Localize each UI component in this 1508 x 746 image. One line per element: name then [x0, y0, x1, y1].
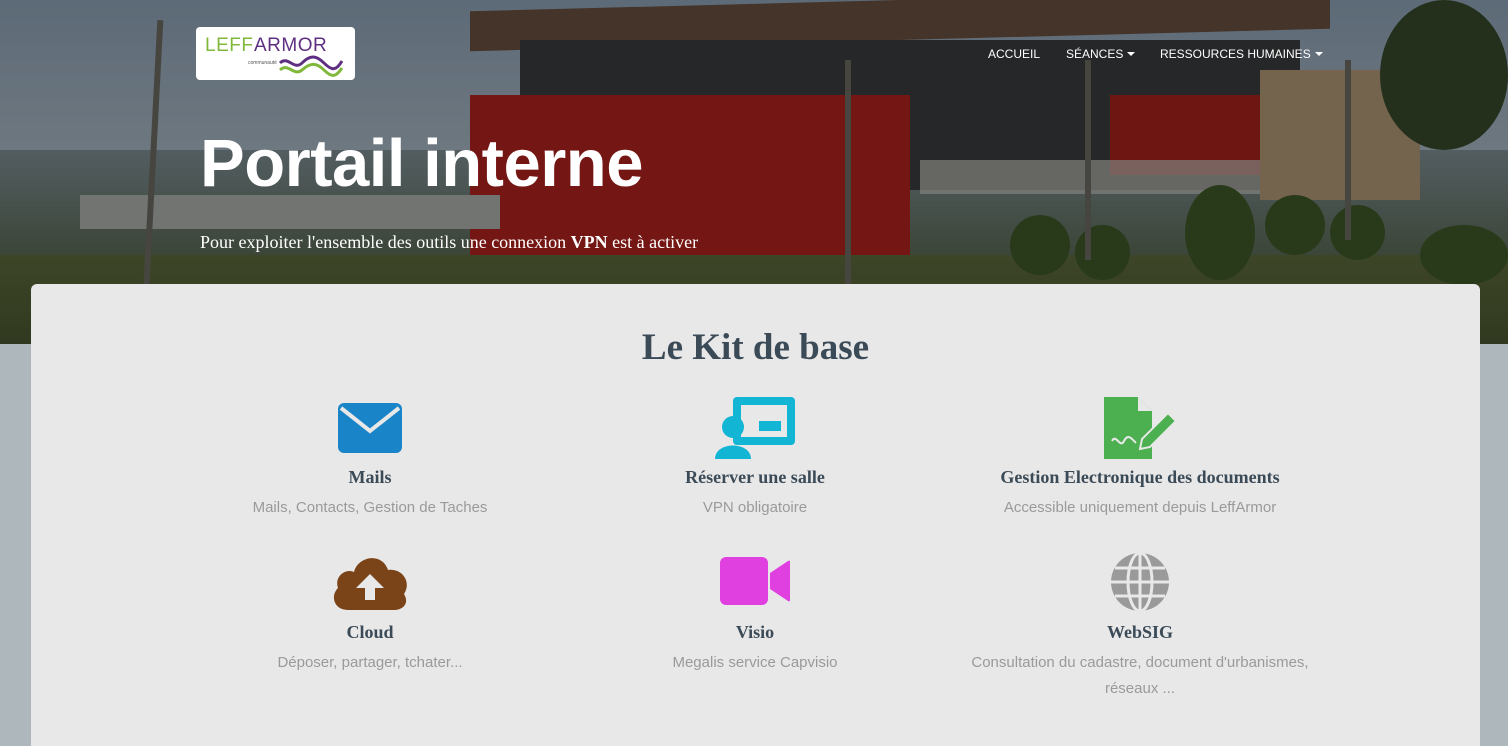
- presentation-icon: [715, 397, 795, 464]
- nav-accueil[interactable]: ACCUEIL: [988, 47, 1040, 61]
- feature-websig[interactable]: WebSIG Consultation du cadastre, documen…: [930, 551, 1350, 702]
- logo-subtitle: communauté: [248, 60, 277, 66]
- feature-desc: Mails, Contacts, Gestion de Taches: [252, 499, 488, 516]
- logo-text-green: LEFF: [205, 35, 254, 56]
- kit-card: Le Kit de base Mails Mails, Contacts, Ge…: [31, 284, 1480, 746]
- feature-cloud[interactable]: Cloud Déposer, partager, tchater...: [160, 552, 580, 682]
- hero-subtitle-text-end: est à activer: [607, 232, 699, 252]
- feature-desc: Megalis service Capvisio: [672, 654, 838, 671]
- globe-icon: [1110, 551, 1170, 617]
- hero-subtitle-vpn: VPN: [570, 232, 608, 252]
- feature-desc: Accessible uniquement depuis LeffArmor: [1003, 499, 1277, 516]
- page-title: Portail interne: [200, 126, 643, 201]
- nav-ressources-humaines-label: RESSOURCES HUMAINES: [1160, 47, 1311, 61]
- hero-subtitle-text: Pour exploiter l'ensemble des outils une…: [200, 232, 571, 252]
- caret-down-icon: [1127, 52, 1136, 56]
- cloud-upload-icon: [330, 552, 410, 615]
- leffarmor-logo[interactable]: LEFF ARMOR communauté: [196, 27, 355, 80]
- nav-seances-label: SÉANCES: [1066, 47, 1124, 61]
- feature-title: Mails: [348, 467, 392, 487]
- feature-title: Visio: [735, 622, 775, 642]
- logo-waves-icon: [278, 55, 344, 77]
- envelope-icon: [338, 403, 402, 458]
- feature-reserver-salle[interactable]: Réserver une salle VPN obligatoire: [545, 397, 965, 527]
- hero-subtitle: Pour exploiter l'ensemble des outils une…: [200, 232, 698, 253]
- feature-title: Réserver une salle: [685, 467, 825, 487]
- feature-desc: Déposer, partager, tchater...: [277, 654, 463, 671]
- nav-ressources-humaines[interactable]: RESSOURCES HUMAINES: [1160, 47, 1323, 61]
- video-camera-icon: [720, 557, 790, 610]
- feature-title: Cloud: [346, 622, 394, 642]
- kit-title: Le Kit de base: [641, 327, 870, 368]
- feature-desc: VPN obligatoire: [702, 499, 808, 516]
- nav-seances[interactable]: SÉANCES: [1066, 47, 1136, 61]
- nav-accueil-label: ACCUEIL: [988, 47, 1041, 61]
- feature-visio[interactable]: Visio Megalis service Capvisio: [545, 552, 965, 682]
- feature-title: WebSIG: [1106, 622, 1174, 642]
- feature-desc: Consultation du cadastre, document d'urb…: [971, 654, 1309, 697]
- logo-text-purple: ARMOR: [254, 35, 328, 56]
- document-signature-icon: [1104, 397, 1178, 464]
- feature-mails[interactable]: Mails Mails, Contacts, Gestion de Taches: [160, 397, 580, 527]
- feature-ged[interactable]: Gestion Electronique des documents Acces…: [930, 397, 1350, 527]
- caret-down-icon: [1314, 52, 1323, 56]
- feature-title: Gestion Electronique des documents: [1000, 467, 1280, 487]
